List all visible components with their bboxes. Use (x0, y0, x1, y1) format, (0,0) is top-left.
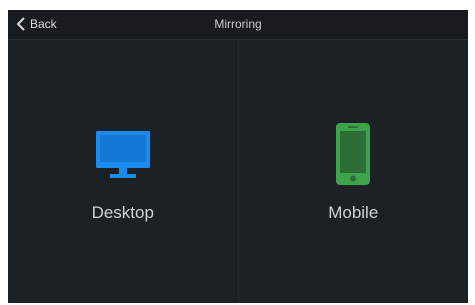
mobile-label: Mobile (328, 203, 379, 222)
desktop-label: Desktop (91, 203, 154, 222)
mirroring-options: Desktop Mobile (8, 40, 468, 303)
desktop-monitor-icon (95, 131, 150, 178)
page-title: Mirroring (214, 17, 262, 31)
mirroring-screen: Back Mirroring Desktop Mobile (8, 10, 468, 303)
desktop-option[interactable]: Desktop (8, 40, 239, 303)
top-bar: Back Mirroring (8, 10, 468, 40)
mobile-phone-icon (336, 123, 371, 185)
mobile-option[interactable]: Mobile (239, 40, 469, 303)
